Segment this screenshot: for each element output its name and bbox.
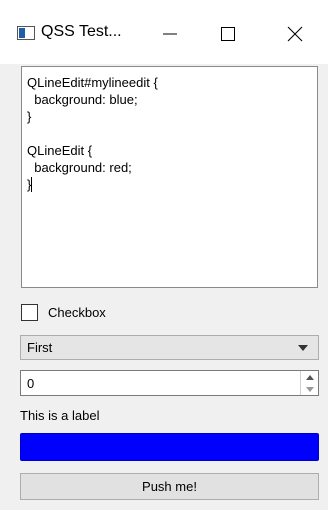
close-icon: [287, 26, 303, 42]
spin-box[interactable]: 0: [20, 370, 319, 396]
spin-buttons: [300, 371, 318, 395]
chevron-down-icon: [298, 345, 308, 351]
editor-line: background: red;: [27, 160, 132, 175]
editor-line: }: [27, 109, 32, 124]
combo-box[interactable]: First: [20, 335, 319, 360]
checkbox[interactable]: [21, 303, 38, 321]
my-line-edit[interactable]: [20, 433, 319, 461]
editor-line: QLineEdit#mylineedit {: [27, 75, 158, 90]
title-bar: QSS Test...: [0, 0, 328, 64]
minimize-icon: [163, 33, 177, 35]
window-title: QSS Test...: [41, 23, 122, 40]
static-label: This is a label: [20, 408, 100, 423]
minimize-button[interactable]: [148, 14, 192, 54]
checkbox-row[interactable]: Checkbox: [21, 302, 106, 322]
editor-last-line: }: [27, 176, 312, 193]
stylesheet-text-editor[interactable]: QLineEdit#mylineedit { background: blue;…: [21, 66, 318, 288]
editor-line: QLineEdit {: [27, 143, 93, 158]
arrow-down-icon: [305, 386, 314, 392]
maximize-button[interactable]: [206, 14, 250, 54]
arrow-up-icon: [305, 374, 314, 380]
app-window-icon: [17, 26, 35, 40]
spin-up-button[interactable]: [301, 371, 318, 383]
push-button[interactable]: Push me!: [20, 473, 319, 500]
spin-value: 0: [27, 375, 35, 391]
checkbox-label: Checkbox: [48, 304, 106, 320]
spin-down-button[interactable]: [301, 383, 318, 395]
maximize-icon: [221, 27, 235, 41]
editor-line: background: blue;: [27, 92, 138, 107]
close-button[interactable]: [273, 14, 317, 54]
text-caret: [31, 177, 33, 192]
combo-selected-value: First: [27, 340, 53, 355]
